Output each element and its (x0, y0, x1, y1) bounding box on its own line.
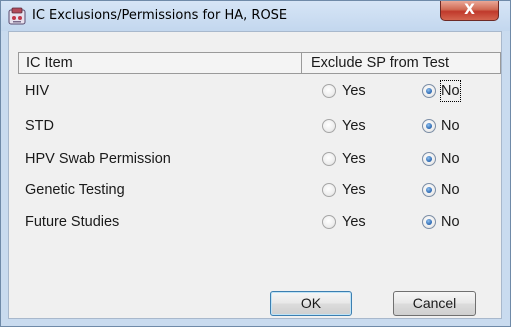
radio-selected-dot (426, 156, 432, 162)
radio-no-label[interactable]: No (441, 116, 460, 136)
radio-no[interactable] (422, 119, 436, 133)
ic-item-label: Future Studies (25, 214, 120, 230)
radio-yes[interactable] (322, 84, 336, 98)
ic-item-label: STD (25, 118, 54, 134)
radio-no-label[interactable]: No (441, 212, 460, 232)
cancel-button[interactable]: Cancel (393, 291, 476, 316)
radio-selected-dot (426, 187, 432, 193)
ic-item-label: HPV Swab Permission (25, 151, 171, 167)
ok-button[interactable]: OK (270, 291, 352, 316)
radio-yes-label[interactable]: Yes (342, 116, 366, 136)
radio-no[interactable] (422, 183, 436, 197)
window-title: IC Exclusions/Permissions for HA, ROSE (32, 8, 288, 23)
close-button[interactable]: X (440, 1, 499, 21)
radio-no-label[interactable]: No (441, 180, 460, 200)
ic-item-label: HIV (25, 83, 50, 99)
radio-no[interactable] (422, 215, 436, 229)
radio-yes-label[interactable]: Yes (342, 81, 366, 101)
list-item-future-studies: Future Studies Yes No (9, 212, 503, 238)
dialog-window: IC Exclusions/Permissions for HA, ROSE X… (0, 0, 511, 327)
list-item-hiv: HIV Yes No (9, 80, 503, 107)
column-header-exclude[interactable]: Exclude SP from Test (311, 53, 449, 73)
list-item-hpv-swab-permission: HPV Swab Permission Yes No (9, 149, 503, 175)
title-bar[interactable]: IC Exclusions/Permissions for HA, ROSE X (1, 1, 510, 31)
app-icon (8, 7, 26, 25)
radio-selected-dot (426, 219, 432, 225)
radio-yes-label[interactable]: Yes (342, 149, 366, 169)
radio-yes-label[interactable]: Yes (342, 212, 366, 232)
grid-header: IC Item Exclude SP from Test (18, 52, 501, 74)
list-item-std: STD Yes No (9, 116, 503, 142)
column-divider[interactable] (301, 53, 302, 73)
radio-no-label[interactable]: No (440, 80, 461, 102)
radio-yes[interactable] (322, 119, 336, 133)
radio-no-label[interactable]: No (441, 149, 460, 169)
radio-yes[interactable] (322, 183, 336, 197)
radio-no[interactable] (422, 84, 436, 98)
radio-yes[interactable] (322, 152, 336, 166)
list-item-genetic-testing: Genetic Testing Yes No (9, 180, 503, 206)
radio-selected-dot (426, 88, 432, 94)
column-header-ic-item[interactable]: IC Item (26, 53, 73, 73)
dialog-body: IC Item Exclude SP from Test HIV Yes No … (8, 31, 502, 319)
radio-no[interactable] (422, 152, 436, 166)
radio-selected-dot (426, 123, 432, 129)
radio-yes-label[interactable]: Yes (342, 180, 366, 200)
radio-yes[interactable] (322, 215, 336, 229)
ic-item-label: Genetic Testing (25, 182, 125, 198)
